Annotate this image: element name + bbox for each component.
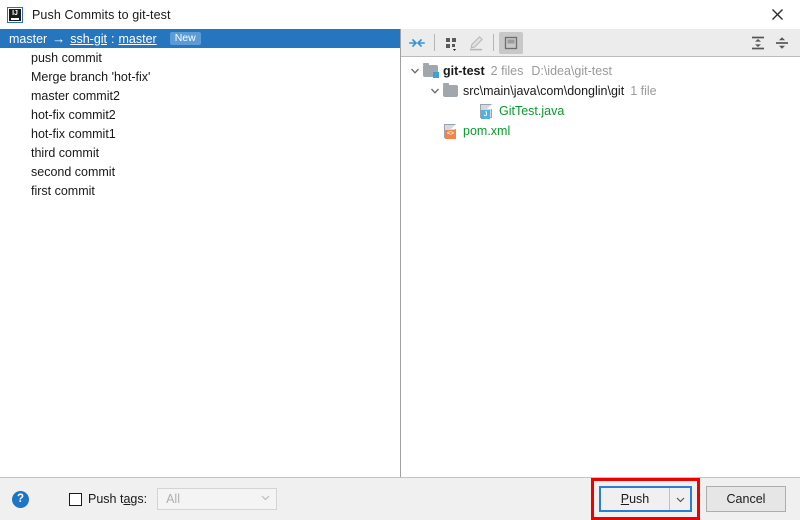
commit-row[interactable]: second commit	[0, 162, 400, 181]
commit-list-header-row[interactable]: master → ssh-git : master New	[0, 29, 400, 48]
push-tags-combobox[interactable]: All	[157, 488, 278, 510]
edit-source-icon[interactable]	[464, 32, 488, 54]
commit-message: hot-fix commit2	[31, 107, 116, 122]
commit-row[interactable]: first commit	[0, 181, 400, 200]
tree-node-path: D:\idea\git-test	[531, 64, 612, 78]
title-bar: IJ Push Commits to git-test	[0, 0, 800, 29]
push-split-button[interactable]: Push	[599, 486, 692, 512]
push-button[interactable]: Push	[601, 488, 670, 510]
commit-message: hot-fix commit1	[31, 126, 116, 141]
preview-diff-icon[interactable]	[499, 31, 523, 54]
tree-node-label: GitTest.java	[499, 104, 565, 118]
push-commits-dialog: IJ Push Commits to git-test master → ssh…	[0, 0, 800, 520]
group-by-icon[interactable]	[440, 32, 464, 54]
commit-message: second commit	[31, 164, 116, 179]
tree-row[interactable]: git-test 2 files D:\idea\git-test	[401, 61, 800, 81]
chevron-down-icon	[260, 492, 271, 506]
close-icon	[771, 9, 783, 20]
tree-row[interactable]: <> pom.xml	[401, 121, 800, 141]
window-title: Push Commits to git-test	[32, 7, 171, 22]
source-branch-label: master	[9, 31, 48, 46]
tree-node-count: 1 file	[630, 84, 657, 98]
expand-all-icon[interactable]	[746, 32, 770, 54]
folder-icon	[443, 83, 459, 99]
xml-file-icon: <>	[443, 123, 459, 139]
close-button[interactable]	[754, 0, 800, 29]
chevron-down-icon	[676, 497, 684, 502]
help-icon[interactable]: ?	[12, 490, 29, 508]
show-diff-icon[interactable]	[405, 32, 429, 54]
commit-row[interactable]: Merge branch 'hot-fix'	[0, 67, 400, 86]
push-tags-group: Push tags: All	[69, 488, 278, 510]
push-button-group: Push	[591, 478, 700, 520]
tree-node-label: pom.xml	[463, 124, 511, 138]
commit-row[interactable]: hot-fix commit2	[0, 105, 400, 124]
tree-node-label: src\main\java\com\donglin\git	[463, 84, 625, 98]
changed-files-tree[interactable]: git-test 2 files D:\idea\git-test src\ma…	[401, 57, 800, 477]
header-separator: :	[111, 31, 115, 46]
commit-message: first commit	[31, 183, 95, 198]
commit-row[interactable]: push commit	[0, 48, 400, 67]
chevron-down-icon[interactable]	[427, 83, 443, 99]
commit-message: Merge branch 'hot-fix'	[31, 69, 151, 84]
tree-node-count: 2 files	[490, 64, 524, 78]
commit-row[interactable]: third commit	[0, 143, 400, 162]
toolbar-separator	[434, 34, 435, 51]
dialog-footer: ? Push tags: All Push Cancel	[0, 477, 800, 520]
commit-list[interactable]: master → ssh-git : master New push commi…	[0, 29, 400, 200]
push-tags-checkbox[interactable]	[69, 492, 82, 506]
cancel-button[interactable]: Cancel	[706, 486, 786, 512]
new-branch-badge: New	[169, 31, 201, 46]
commit-message: master commit2	[31, 88, 120, 103]
push-options-dropdown-button[interactable]	[670, 488, 690, 510]
files-pane: git-test 2 files D:\idea\git-test src\ma…	[401, 29, 800, 477]
dialog-content: master → ssh-git : master New push commi…	[0, 29, 800, 477]
push-tags-label: Push tags:	[88, 492, 148, 506]
folder-vcs-icon	[423, 63, 439, 79]
tree-row[interactable]: J GitTest.java	[401, 101, 800, 121]
target-branch-link[interactable]: master	[119, 32, 157, 46]
commit-message: third commit	[31, 145, 100, 160]
intellij-idea-icon: IJ	[7, 6, 23, 23]
chevron-down-icon[interactable]	[407, 63, 423, 79]
push-tags-combobox-value: All	[166, 492, 180, 506]
commit-message: push commit	[31, 50, 102, 65]
commits-pane: master → ssh-git : master New push commi…	[0, 29, 400, 477]
collapse-all-icon[interactable]	[770, 32, 794, 54]
toolbar-separator	[493, 34, 494, 51]
remote-link[interactable]: ssh-git	[70, 32, 107, 46]
java-file-icon: J	[479, 103, 495, 119]
commit-row[interactable]: master commit2	[0, 86, 400, 105]
arrow-right-icon: →	[52, 31, 66, 46]
commit-row[interactable]: hot-fix commit1	[0, 124, 400, 143]
tree-node-label: git-test	[443, 64, 485, 78]
tree-row[interactable]: src\main\java\com\donglin\git 1 file	[401, 81, 800, 101]
files-toolbar	[401, 29, 800, 57]
